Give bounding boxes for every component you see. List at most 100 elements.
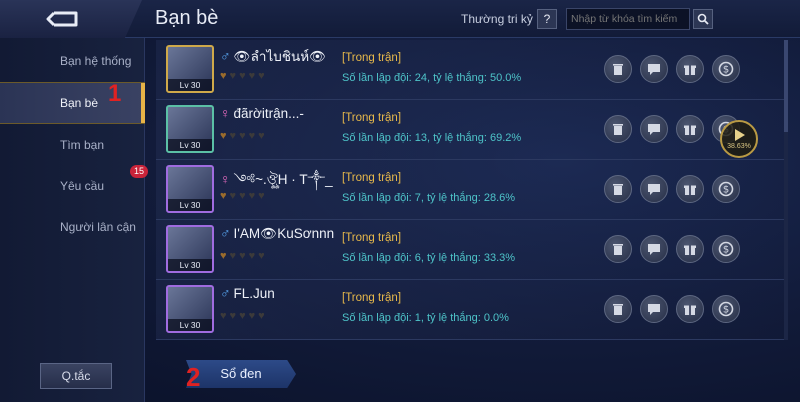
- back-arrow-icon: [46, 11, 78, 27]
- friend-name-text: đãrờitrận...-: [233, 106, 304, 121]
- status-label: [Trong trận]: [342, 52, 402, 64]
- play-percent: 38.63%: [727, 143, 751, 150]
- heart-icon: ♥: [248, 70, 256, 82]
- friend-name: ♂ I'AM👁KuSơnnn: [220, 225, 334, 242]
- coin-button[interactable]: $: [712, 235, 740, 263]
- sidebar-item-friends[interactable]: Bạn bè: [0, 82, 145, 124]
- row-actions: $: [604, 175, 740, 203]
- friend-row[interactable]: Lv 30 ♂ 👁ลำไบชินห์👁 ♥ ♥ ♥ ♥ ♥ [Trong trận…: [156, 40, 784, 100]
- status-label: [Trong trận]: [342, 172, 402, 184]
- coin-button[interactable]: $: [712, 55, 740, 83]
- avatar[interactable]: Lv 30: [166, 45, 214, 93]
- avatar[interactable]: Lv 30: [166, 285, 214, 333]
- friend-name-text: ༺~.ঔৣH · T༒_: [233, 172, 333, 187]
- heart-icon: ♥: [239, 310, 246, 322]
- delete-friend-button[interactable]: [604, 235, 632, 263]
- delete-friend-button[interactable]: [604, 115, 632, 143]
- friend-row[interactable]: Lv 30 ♂ I'AM👁KuSơnnn ♥ ♥ ♥ ♥ ♥ [Trong trậ…: [156, 220, 784, 280]
- search-icon: [697, 13, 709, 25]
- chat-button[interactable]: [640, 235, 668, 263]
- annotation-marker-1: 1: [108, 80, 122, 107]
- avatar[interactable]: Lv 30: [166, 225, 214, 273]
- gift-icon: [684, 65, 696, 75]
- coin-icon: $: [718, 181, 734, 197]
- search-button[interactable]: [693, 9, 713, 29]
- coin-icon: $: [718, 301, 734, 317]
- chat-button[interactable]: [640, 295, 668, 323]
- gift-button[interactable]: [676, 175, 704, 203]
- sidebar-item-requests[interactable]: Yêu cầu: [0, 165, 145, 207]
- help-button[interactable]: ?: [537, 9, 557, 29]
- delete-friend-button[interactable]: [604, 175, 632, 203]
- blacklist-button[interactable]: Sổ đen: [186, 360, 296, 388]
- sidebar-item-label: Bạn hệ thống: [60, 54, 132, 68]
- chat-button[interactable]: [640, 55, 668, 83]
- trash-icon: [613, 304, 623, 315]
- play-icon: [735, 129, 745, 141]
- level-label: Lv 30: [168, 139, 212, 151]
- sidebar-item-label: Người lân cận: [60, 220, 136, 234]
- heart-icon: ♥: [248, 250, 256, 262]
- row-actions: $: [604, 295, 740, 323]
- avatar[interactable]: Lv 30: [166, 165, 214, 213]
- chat-icon: [648, 64, 660, 75]
- sidebar-item-system-friends[interactable]: Bạn hệ thống: [0, 40, 145, 82]
- delete-friend-button[interactable]: [604, 55, 632, 83]
- team-stats: Số lần lập đội: 13, tỷ lệ thắng: 69.2%: [342, 132, 522, 144]
- avatar[interactable]: Lv 30: [166, 105, 214, 153]
- trash-icon: [613, 184, 623, 195]
- delete-friend-button[interactable]: [604, 295, 632, 323]
- gift-button[interactable]: [676, 55, 704, 83]
- gift-button[interactable]: [676, 235, 704, 263]
- status-label: [Trong trận]: [342, 232, 402, 244]
- annotation-marker-2: 2: [186, 362, 201, 392]
- heart-icon: ♥: [220, 310, 227, 322]
- search-input[interactable]: [566, 8, 690, 30]
- heart-icon: ♥: [258, 190, 265, 202]
- friend-row[interactable]: Lv 30 ♂ FL.Jun ♥ ♥ ♥ ♥ ♥ [Trong trận] Số …: [156, 280, 784, 340]
- heart-icon: ♥: [229, 130, 237, 142]
- gift-icon: [684, 305, 696, 315]
- heart-icon: ♥: [229, 190, 237, 202]
- friend-row[interactable]: Lv 30 ♀ đãrờitrận...- ♥ ♥ ♥ ♥ ♥ [Trong tr…: [156, 100, 784, 160]
- back-button[interactable]: [0, 0, 142, 38]
- coin-icon: $: [718, 61, 734, 77]
- rules-button[interactable]: Q.tắc: [40, 363, 112, 389]
- coin-icon: $: [718, 241, 734, 257]
- sidebar-item-find-friends[interactable]: Tìm bạn: [0, 124, 145, 166]
- male-icon: ♂: [220, 48, 231, 64]
- list-scrollbar[interactable]: [784, 40, 788, 340]
- level-label: Lv 30: [168, 199, 212, 211]
- chat-icon: [648, 124, 660, 135]
- sidebar-item-label: Yêu cầu: [60, 179, 105, 193]
- sidebar: Bạn hệ thống Bạn bè Tìm bạn Yêu cầu Ngườ…: [0, 38, 145, 402]
- intimacy-hearts: ♥ ♥ ♥ ♥ ♥: [220, 70, 265, 82]
- header-bar: Bạn bè Thường tri kỷ ?: [0, 0, 800, 38]
- friend-row[interactable]: Lv 30 ♀ ༺~.ঔৣH · T༒_ ♥ ♥ ♥ ♥ ♥ [Trong trậ…: [156, 160, 784, 220]
- gift-button[interactable]: [676, 295, 704, 323]
- sidebar-item-nearby[interactable]: Người lân cận: [0, 206, 145, 248]
- heart-icon: ♥: [258, 310, 265, 322]
- scroll-thumb[interactable]: [784, 40, 788, 132]
- gift-icon: [684, 125, 696, 135]
- svg-text:$: $: [723, 305, 729, 316]
- floating-play-button[interactable]: 38.63%: [720, 120, 758, 158]
- heart-icon: ♥: [258, 130, 265, 142]
- trash-icon: [613, 124, 623, 135]
- gift-button[interactable]: [676, 115, 704, 143]
- team-stats: Số lần lập đội: 6, tỷ lệ thắng: 33.3%: [342, 252, 516, 264]
- gift-icon: [684, 185, 696, 195]
- friend-list: Lv 30 ♂ 👁ลำไบชินห์👁 ♥ ♥ ♥ ♥ ♥ [Trong trận…: [156, 38, 784, 348]
- male-icon: ♂: [220, 225, 231, 241]
- friend-name: ♂ 👁ลำไบชินห์👁: [220, 45, 326, 67]
- chat-button[interactable]: [640, 115, 668, 143]
- coin-button[interactable]: $: [712, 175, 740, 203]
- chat-icon: [648, 304, 660, 315]
- svg-text:$: $: [723, 245, 729, 256]
- heart-icon: ♥: [239, 70, 246, 82]
- chat-button[interactable]: [640, 175, 668, 203]
- coin-button[interactable]: $: [712, 295, 740, 323]
- heart-icon: ♥: [229, 70, 237, 82]
- level-label: Lv 30: [168, 319, 212, 331]
- trash-icon: [613, 64, 623, 75]
